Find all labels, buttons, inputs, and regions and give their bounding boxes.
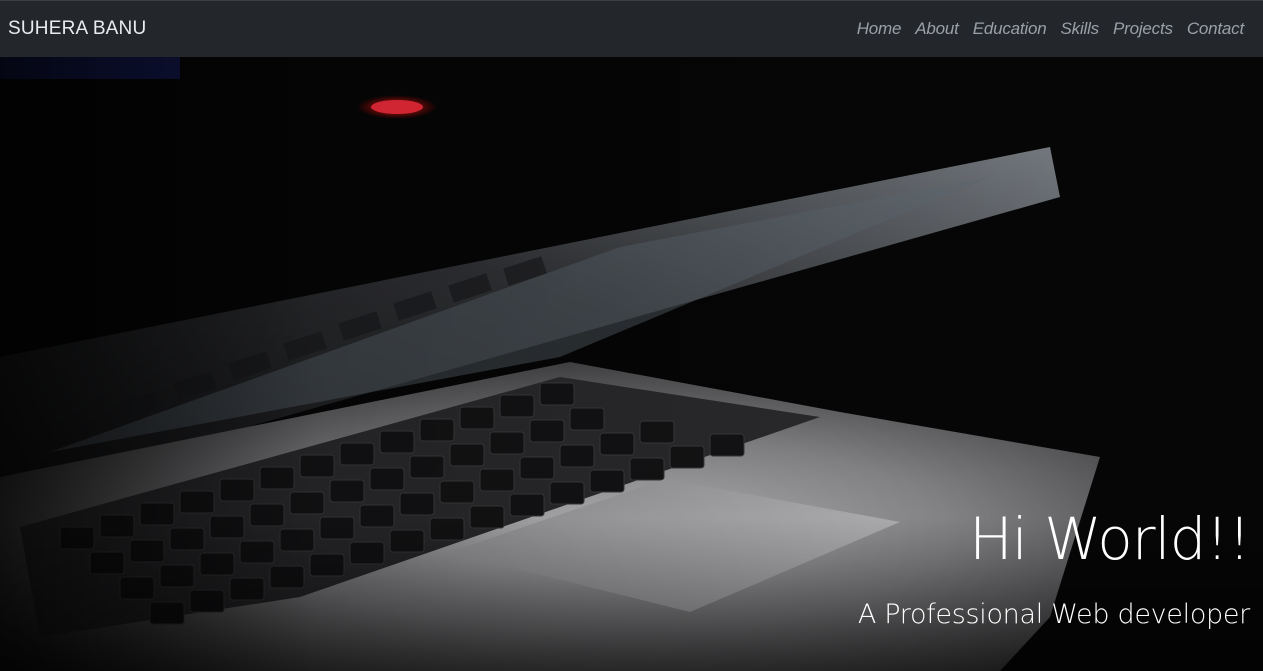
nav-link-contact[interactable]: Contact [1187, 19, 1244, 39]
brand-logo[interactable]: SUHERA BANU [8, 18, 146, 40]
nav-link-skills[interactable]: Skills [1061, 19, 1100, 39]
nav-links: Home About Education Skills Projects Con… [857, 19, 1244, 39]
nav-link-projects[interactable]: Projects [1113, 19, 1173, 39]
navbar: SUHERA BANU Home About Education Skills … [0, 0, 1263, 57]
nav-link-home[interactable]: Home [857, 19, 902, 39]
hero-background-image [0, 57, 1263, 671]
hero-section: Hi World!! A Professional Web developer [0, 57, 1263, 671]
page: SUHERA BANU Home About Education Skills … [0, 0, 1263, 671]
hero-title: Hi World!! [969, 505, 1251, 573]
nav-link-education[interactable]: Education [973, 19, 1047, 39]
hero-subtitle: A Professional Web developer [857, 599, 1250, 630]
nav-link-about[interactable]: About [915, 19, 959, 39]
